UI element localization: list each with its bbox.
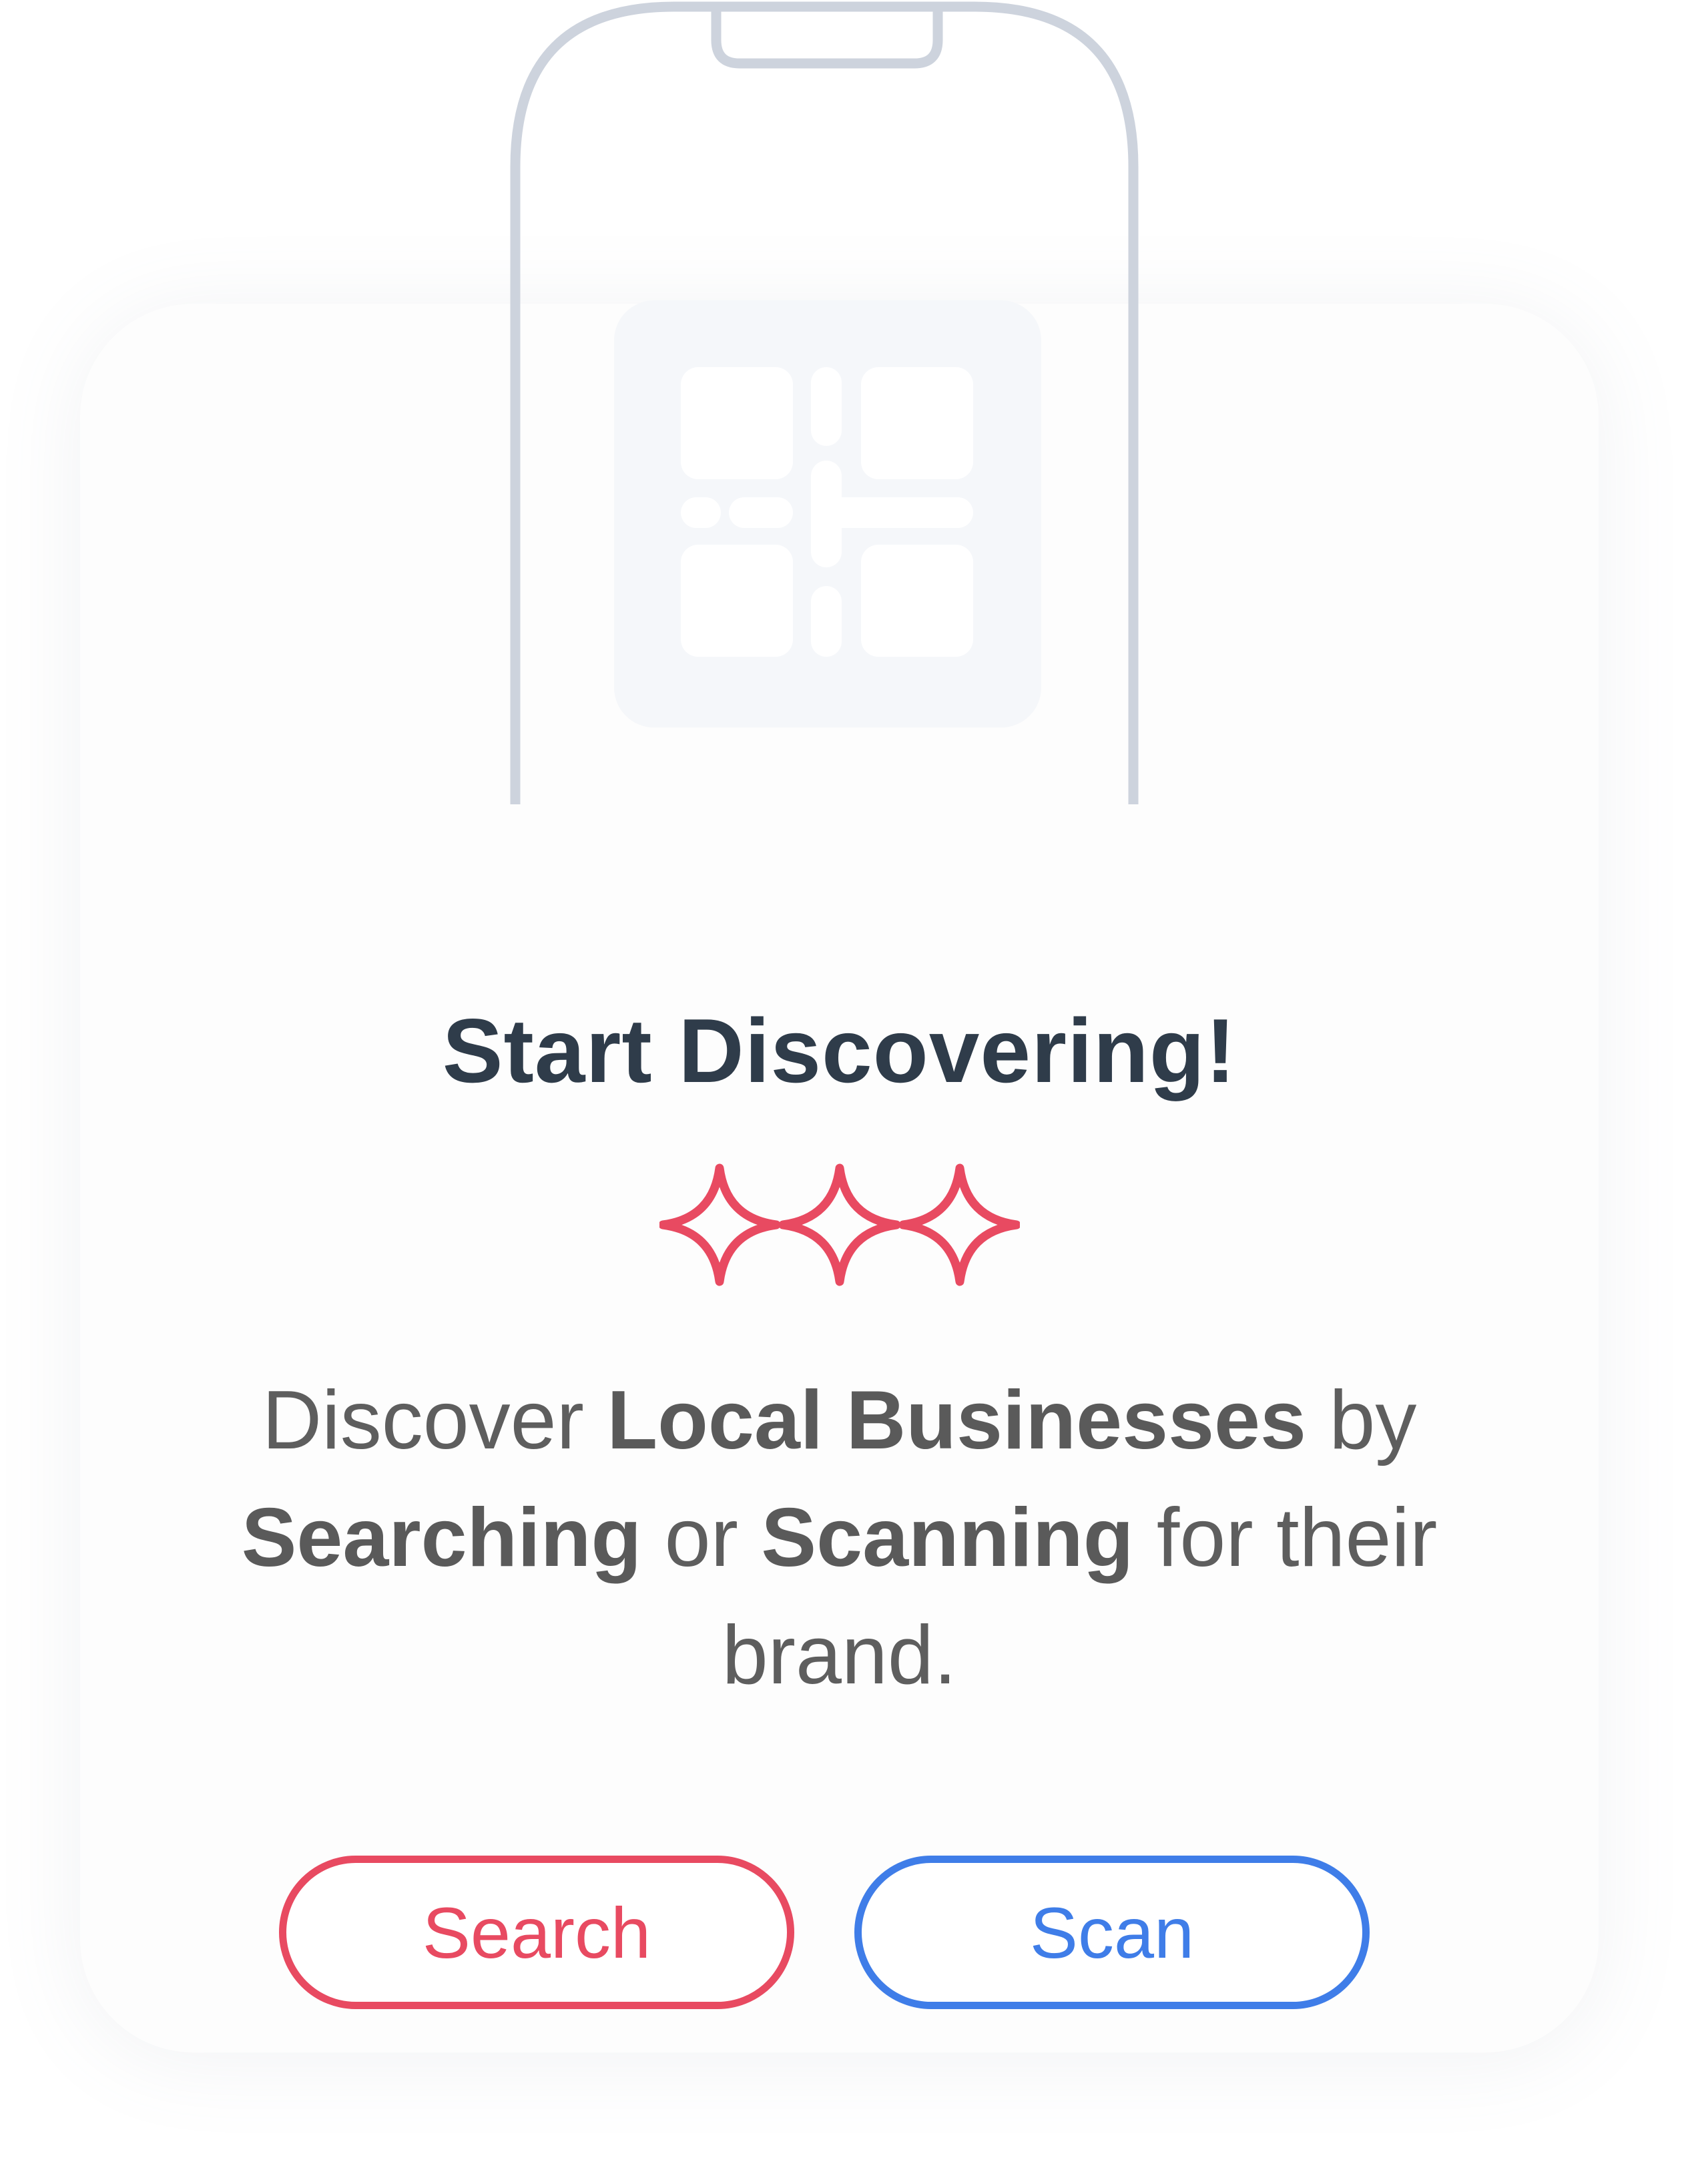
description-text: Discover [262,1374,607,1466]
search-button[interactable]: Search [279,1856,794,2009]
discover-description: Discover Local Businesses by Searching o… [206,1362,1474,1714]
description-text: or [641,1491,762,1584]
discover-content: Start Discovering! Discover Local Busine… [80,1001,1599,1714]
sparkles-icon [659,1163,1020,1286]
page-title: Start Discovering! [442,1000,1237,1101]
discover-screen: Start Discovering! Discover Local Busine… [0,0,1682,2184]
description-emphasis-scanning: Scanning [761,1491,1134,1584]
description-emphasis-searching: Searching [241,1491,642,1584]
action-buttons: Search Scan [0,1856,1682,2022]
description-text: by [1306,1374,1417,1466]
phone-notch [711,9,943,69]
description-emphasis-local-businesses: Local Businesses [607,1374,1306,1466]
scan-button[interactable]: Scan [854,1856,1370,2009]
